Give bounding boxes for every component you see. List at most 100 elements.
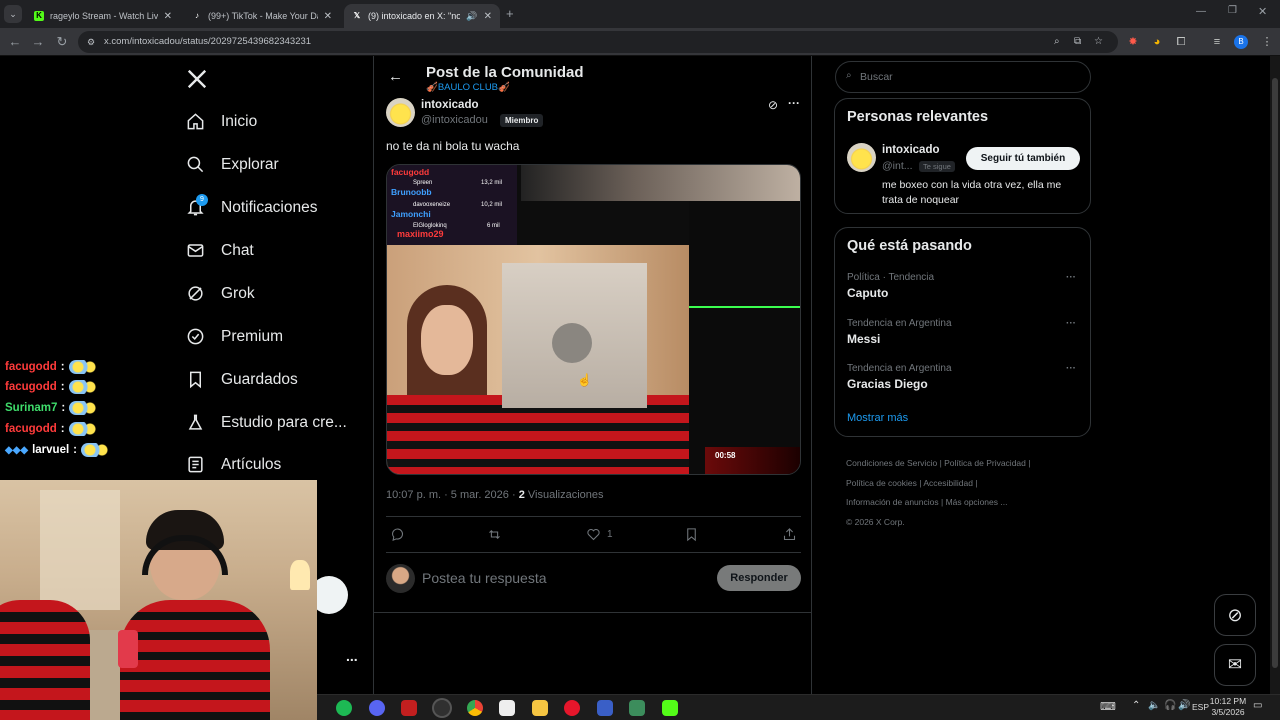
reply-avatar[interactable]: [386, 564, 415, 593]
close-window-icon[interactable]: ✕: [1258, 5, 1267, 18]
footer-link-ads[interactable]: Información de anuncios: [846, 497, 939, 507]
post-media[interactable]: facugodd Spreen 13,2 mil Brunoobb davoox…: [386, 164, 801, 475]
volume-icon[interactable]: 🔈: [1148, 700, 1160, 711]
close-icon[interactable]: ✕: [484, 11, 492, 22]
tab-search-button[interactable]: ⌄: [4, 5, 22, 23]
footer-link-privacy[interactable]: Política de Privacidad: [944, 458, 1026, 468]
avatar[interactable]: [386, 98, 415, 127]
nav-item-explorar[interactable]: Explorar: [186, 155, 279, 174]
more-options-icon[interactable]: ···: [1066, 363, 1076, 374]
nav-item-articulos[interactable]: Artículos: [186, 455, 281, 474]
url-bar[interactable]: ⚙ x.com/intoxicadou/status/2029725439682…: [78, 31, 1118, 53]
nav-item-estudio[interactable]: Estudio para cre...: [186, 413, 347, 432]
extensions-puzzle-icon[interactable]: ⧠: [1174, 35, 1188, 49]
footer-link-more[interactable]: Más opciones ...: [946, 497, 1008, 507]
author-handle[interactable]: @intoxicadou: [421, 114, 488, 126]
avatar[interactable]: [847, 143, 876, 172]
trend-item[interactable]: Tendencia en Argentina Messi ···: [847, 318, 1079, 346]
discord-icon[interactable]: [369, 700, 385, 716]
messages-float-button[interactable]: ✉: [1214, 644, 1256, 686]
search-icon: ⌕: [846, 70, 852, 81]
obs-icon[interactable]: [434, 700, 450, 716]
close-icon[interactable]: ✕: [164, 11, 172, 22]
tab-kick-stream[interactable]: K rageylo Stream - Watch Live on ✕: [26, 4, 180, 28]
author-name[interactable]: intoxicado: [421, 99, 479, 111]
share-button[interactable]: [782, 524, 797, 544]
more-options-icon[interactable]: ···: [1066, 272, 1076, 283]
url-text: x.com/intoxicadou/status/202972543968234…: [104, 36, 312, 47]
opera-icon[interactable]: [564, 700, 580, 716]
minimize-icon[interactable]: —: [1196, 6, 1206, 17]
chat-line: ◆◆◆ larvuel:: [5, 443, 111, 457]
community-link[interactable]: 🎻BAULO CLUB🎻: [426, 82, 510, 93]
account-more-button[interactable]: ...: [346, 648, 358, 664]
keyboard-icon[interactable]: ⌨: [1100, 700, 1116, 713]
mail-icon: ✉: [1227, 655, 1243, 674]
reply-input[interactable]: Postea tu respuesta: [422, 570, 547, 586]
nav-label: Artículos: [221, 455, 282, 473]
like-button[interactable]: 1: [586, 524, 613, 544]
nav-item-grok[interactable]: Grok: [186, 284, 255, 303]
footer-link-accessibility[interactable]: Accesibilidad: [923, 478, 973, 488]
relevant-name[interactable]: intoxicado: [882, 144, 940, 156]
kick-icon[interactable]: [662, 700, 678, 716]
reload-icon[interactable]: ↻: [54, 34, 70, 50]
extension-color-icon[interactable]: ◕: [1150, 35, 1164, 49]
app-red-icon[interactable]: [401, 700, 417, 716]
app-blue-icon[interactable]: [597, 700, 613, 716]
nav-item-guardados[interactable]: Guardados: [186, 370, 298, 389]
site-info-icon[interactable]: ⚙: [87, 31, 95, 53]
tray-chevron-icon[interactable]: ⌃: [1132, 700, 1140, 711]
headset-icon[interactable]: 🎧: [1164, 700, 1176, 711]
reply-button-submit[interactable]: Responder: [717, 565, 801, 591]
nav-item-inicio[interactable]: Inicio: [186, 112, 257, 131]
footer-link-cookies[interactable]: Política de cookies: [846, 478, 917, 488]
bookmark-button[interactable]: [684, 524, 699, 544]
cast-icon[interactable]: ⧉: [1074, 31, 1081, 53]
star-icon[interactable]: ☆: [1094, 31, 1103, 53]
restore-icon[interactable]: ❐: [1228, 5, 1237, 16]
spotify-icon[interactable]: [336, 700, 352, 716]
notification-center-icon[interactable]: ▭: [1253, 700, 1262, 711]
menu-kebab-icon[interactable]: ⋮: [1260, 35, 1274, 49]
app-white-icon[interactable]: [499, 700, 515, 716]
relevant-handle[interactable]: @int...: [882, 160, 913, 172]
back-arrow-icon[interactable]: ←: [388, 68, 403, 85]
speaker-icon[interactable]: 🔊: [466, 11, 477, 22]
clock[interactable]: 10:12 PM 3/5/2026: [1205, 696, 1251, 718]
grok-icon[interactable]: ⊘: [768, 98, 778, 112]
x-logo-icon[interactable]: [186, 68, 208, 90]
app-books-icon[interactable]: [629, 700, 645, 716]
zoom-icon[interactable]: ⌕: [1054, 31, 1060, 53]
file-explorer-icon[interactable]: [532, 700, 548, 716]
reading-list-icon[interactable]: ≡: [1210, 35, 1224, 49]
close-icon[interactable]: ✕: [324, 11, 332, 22]
leaderboard-name: Spreen: [413, 180, 433, 186]
scrollbar-thumb[interactable]: [1272, 78, 1278, 668]
nav-item-notificaciones[interactable]: 9 Notificaciones: [186, 194, 318, 217]
footer-link-terms[interactable]: Condiciones de Servicio: [846, 458, 937, 468]
tab-tiktok[interactable]: ♪ (99+) TikTok - Make Your Day ✕: [184, 4, 340, 28]
search-input[interactable]: ⌕ Buscar: [835, 61, 1091, 93]
extension-red-icon[interactable]: ✸: [1126, 35, 1140, 49]
speaker-icon[interactable]: 🔊: [1178, 700, 1190, 711]
more-options-icon[interactable]: ···: [1066, 318, 1076, 329]
profile-avatar[interactable]: B: [1234, 35, 1248, 49]
page-scrollbar[interactable]: [1270, 56, 1280, 694]
new-tab-button[interactable]: +: [506, 6, 514, 21]
more-options-icon[interactable]: ···: [788, 96, 800, 110]
grok-float-button[interactable]: ⊘: [1214, 594, 1256, 636]
show-more-link[interactable]: Mostrar más: [847, 412, 908, 424]
trend-item[interactable]: Política · Tendencia Caputo ···: [847, 272, 1079, 300]
back-icon[interactable]: ←: [7, 34, 23, 49]
chrome-icon[interactable]: [467, 700, 483, 716]
nav-item-chat[interactable]: Chat: [186, 241, 254, 260]
follow-back-button[interactable]: Seguir tú también: [966, 147, 1080, 170]
grok-icon: [188, 286, 203, 301]
trend-item[interactable]: Tendencia en Argentina Gracias Diego ···: [847, 363, 1079, 391]
nav-item-premium[interactable]: Premium: [186, 327, 283, 346]
tab-x-post[interactable]: 𝕏 (9) intoxicado en X: "no te d 🔊 ✕: [344, 4, 500, 28]
reply-button[interactable]: [390, 524, 405, 544]
repost-button[interactable]: [487, 524, 502, 544]
forward-icon[interactable]: →: [30, 34, 46, 49]
